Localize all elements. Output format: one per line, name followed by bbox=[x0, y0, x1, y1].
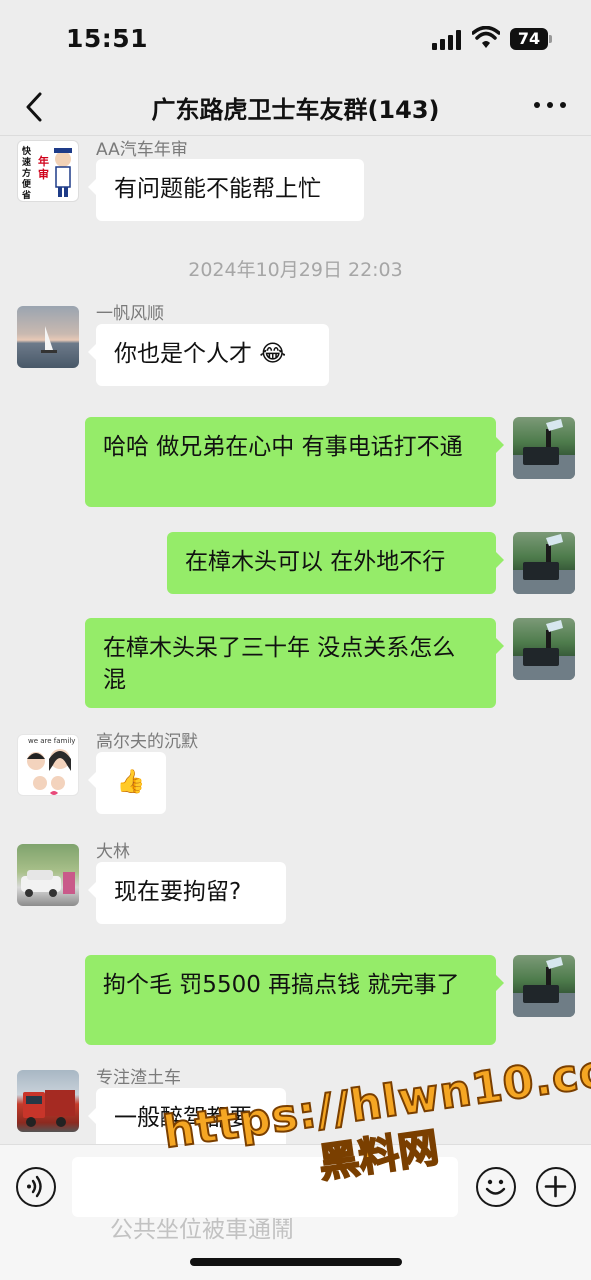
message-timestamp: 2024年10月29日 22:03 bbox=[188, 259, 403, 281]
van-photo-icon bbox=[21, 870, 75, 897]
message-bubble-self[interactable]: 在樟木头可以 在外地不行 bbox=[167, 532, 504, 594]
message-bubble[interactable]: 有问题能不能帮上忙 bbox=[88, 159, 364, 221]
message-text-input[interactable] bbox=[72, 1157, 458, 1217]
more-functions-button[interactable] bbox=[536, 1167, 576, 1207]
smiley-icon bbox=[485, 1179, 506, 1195]
signal-icon bbox=[432, 30, 462, 50]
avatar-zhuanzhu-dump-truck[interactable] bbox=[17, 1070, 79, 1132]
chat-message-list[interactable]: 快速方便省钱 年审 AA汽车年审 有问题能不能帮上忙 2024年10月29日 2… bbox=[0, 137, 591, 1144]
message-bubble[interactable]: 一般醉驾都要 bbox=[88, 1088, 286, 1144]
chat-title: 广东路虎卫士车友群(143) bbox=[151, 96, 440, 124]
nav-bar: 广东路虎卫士车友群(143) bbox=[0, 78, 591, 136]
message-bubble[interactable]: 👍 bbox=[88, 752, 166, 814]
battery-icon: 74 bbox=[510, 28, 548, 50]
status-time: 15:51 bbox=[66, 24, 149, 53]
wifi-icon bbox=[472, 26, 500, 48]
land-rover-photo-icon bbox=[513, 419, 575, 479]
home-indicator bbox=[190, 1258, 402, 1266]
family-caption: we are family bbox=[28, 737, 76, 745]
dump-truck-icon bbox=[23, 1090, 75, 1127]
back-chevron-icon[interactable] bbox=[20, 90, 50, 124]
plus-icon bbox=[544, 1175, 567, 1198]
status-bar: 15:51 74 bbox=[0, 0, 591, 78]
message-bubble[interactable]: 你也是个人才 😂 bbox=[88, 324, 329, 386]
avatar-dalin[interactable] bbox=[17, 844, 79, 906]
sailboat-icon bbox=[41, 326, 57, 353]
avatar-self[interactable] bbox=[513, 618, 575, 680]
avatar-aa-car-inspection[interactable]: 快速方便省钱 年审 bbox=[17, 140, 79, 202]
land-rover-photo-icon bbox=[513, 620, 575, 680]
message-bubble-self[interactable]: 在樟木头呆了三十年 没点关系怎么混 bbox=[85, 618, 504, 708]
avatar-self[interactable] bbox=[513, 417, 575, 479]
message-bubble-self[interactable]: 拘个毛 罚5500 再搞点钱 就完事了 bbox=[85, 955, 504, 1045]
sender-name: 大林 bbox=[96, 842, 130, 862]
voice-wave-icon bbox=[27, 1175, 42, 1198]
faded-message-preview: 公共坐位被車通鬧 bbox=[110, 1217, 294, 1243]
sender-name: 专注渣土车 bbox=[96, 1068, 181, 1088]
shop-slogan: 快速方便省钱 bbox=[22, 147, 32, 201]
emoji-button[interactable] bbox=[476, 1167, 516, 1207]
sender-name: 一帆风顺 bbox=[96, 304, 164, 324]
land-rover-photo-icon bbox=[513, 957, 575, 1017]
shop-badge: 年审 bbox=[38, 155, 49, 181]
message-bubble[interactable]: 现在要拘留? bbox=[88, 862, 286, 924]
sender-name: AA汽车年审 bbox=[96, 140, 188, 160]
avatar-yifan-fengshun[interactable] bbox=[17, 306, 79, 368]
avatar-golf-silence[interactable]: we are family bbox=[17, 734, 79, 796]
sender-name: 高尔夫的沉默 bbox=[96, 732, 198, 752]
avatar-self[interactable] bbox=[513, 532, 575, 594]
avatar-self[interactable] bbox=[513, 955, 575, 1017]
battery-tip bbox=[549, 35, 552, 43]
land-rover-photo-icon bbox=[513, 534, 575, 594]
more-options-icon[interactable] bbox=[534, 100, 566, 110]
message-bubble-self[interactable]: 哈哈 做兄弟在心中 有事电话打不通 bbox=[85, 417, 504, 507]
voice-input-button[interactable] bbox=[16, 1167, 56, 1207]
